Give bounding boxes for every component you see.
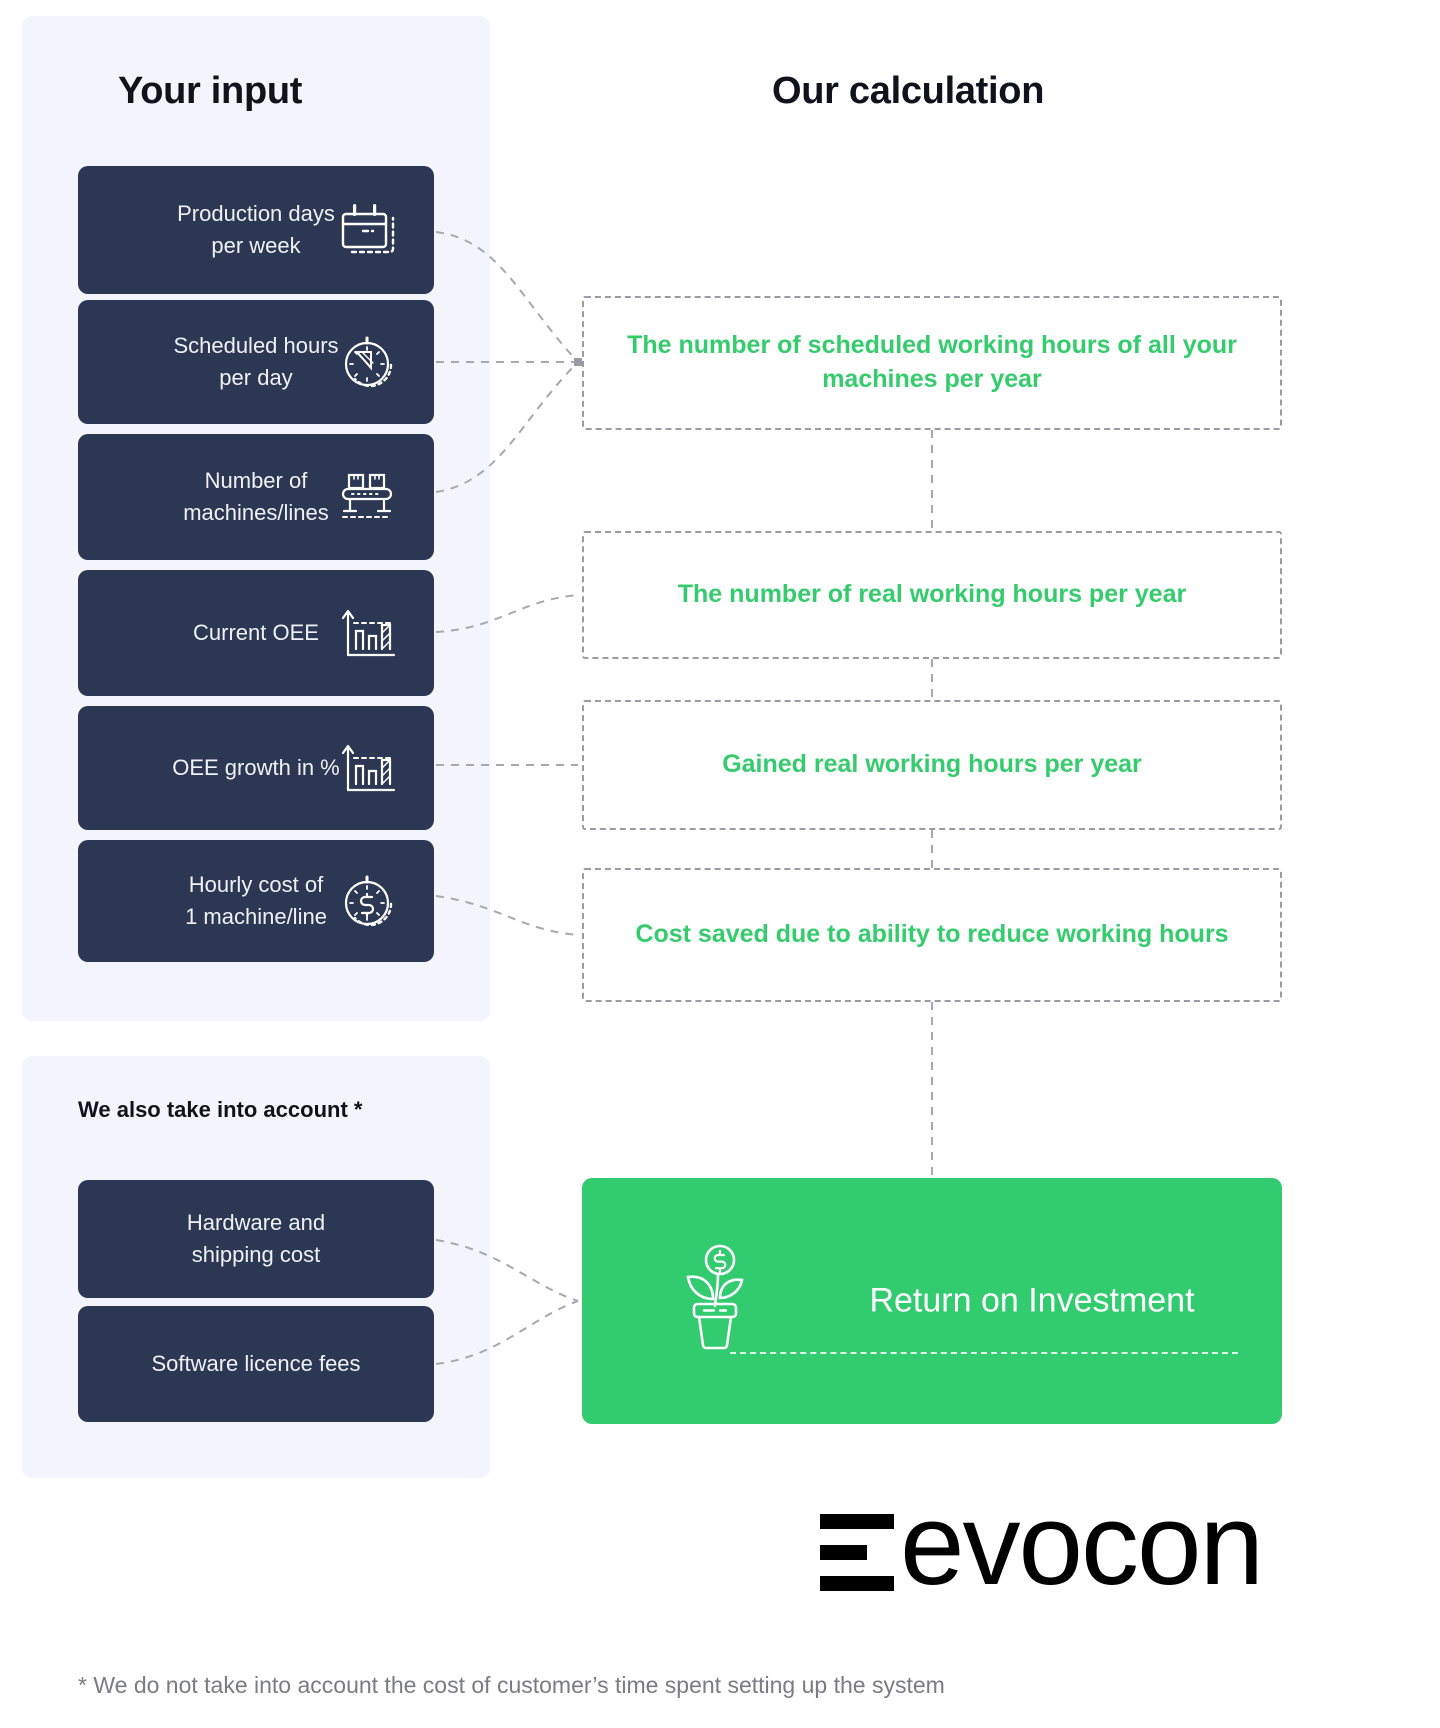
input-card-production-days[interactable]: Production days per week: [78, 166, 434, 294]
logo-wordmark: evocon: [900, 1479, 1264, 1609]
money-plant-icon: [672, 1244, 758, 1354]
dollar-stopwatch-icon: [340, 871, 400, 931]
result-box-return-on-investment: Return on Investment: [582, 1178, 1282, 1424]
calculation-label: Cost saved due to ability to reduce work…: [635, 920, 1229, 949]
calculation-label: Gained real working hours per year: [722, 750, 1142, 779]
bar-chart-growth-icon: [340, 603, 400, 663]
input-card-label: Production days per week: [177, 201, 335, 258]
calculation-box-scheduled-hours: The number of scheduled working hours of…: [582, 296, 1282, 430]
calendar-icon: [340, 200, 400, 260]
section-title-also-account: We also take into account *: [78, 1097, 363, 1122]
result-underline: [730, 1352, 1238, 1354]
input-card-current-oee[interactable]: Current OEE: [78, 570, 434, 696]
input-card-hardware-shipping[interactable]: Hardware and shipping cost: [78, 1180, 434, 1298]
input-card-label: Current OEE: [193, 620, 319, 646]
calculation-box-real-hours: The number of real working hours per yea…: [582, 531, 1282, 659]
input-card-oee-growth[interactable]: OEE growth in %: [78, 706, 434, 830]
calculation-label: The number of scheduled working hours of…: [627, 331, 1237, 393]
input-card-label: Scheduled hours per day: [173, 333, 339, 390]
input-card-hourly-cost[interactable]: Hourly cost of 1 machine/line: [78, 840, 434, 962]
bar-chart-growth-icon: [340, 738, 400, 798]
calculation-label: The number of real working hours per yea…: [677, 580, 1187, 609]
input-card-software-licence[interactable]: Software licence fees: [78, 1306, 434, 1422]
connector-junction-dot: [574, 358, 582, 366]
input-card-label: Hourly cost of 1 machine/line: [185, 872, 327, 929]
calculation-box-gained-hours: Gained real working hours per year: [582, 700, 1282, 830]
result-label: Return on Investment: [869, 1281, 1195, 1320]
input-card-scheduled-hours[interactable]: Scheduled hours per day: [78, 300, 434, 424]
page-title-our-calculation: Our calculation: [772, 70, 1045, 112]
calculation-box-cost-saved: Cost saved due to ability to reduce work…: [582, 868, 1282, 1002]
evocon-bars-icon: [820, 1514, 894, 1592]
page-title-your-input: Your input: [118, 70, 303, 112]
footnote-text: * We do not take into account the cost o…: [78, 1672, 945, 1698]
input-card-label: OEE growth in %: [172, 755, 340, 781]
input-card-number-of-machines[interactable]: Number of machines/lines: [78, 434, 434, 560]
input-card-label: Hardware and shipping cost: [186, 1210, 326, 1267]
input-card-label: Software licence fees: [151, 1351, 361, 1377]
conveyor-icon: [340, 467, 400, 527]
stopwatch-icon: [340, 332, 400, 392]
input-card-label: Number of machines/lines: [183, 468, 329, 525]
evocon-logo: evocon: [820, 1479, 1290, 1612]
